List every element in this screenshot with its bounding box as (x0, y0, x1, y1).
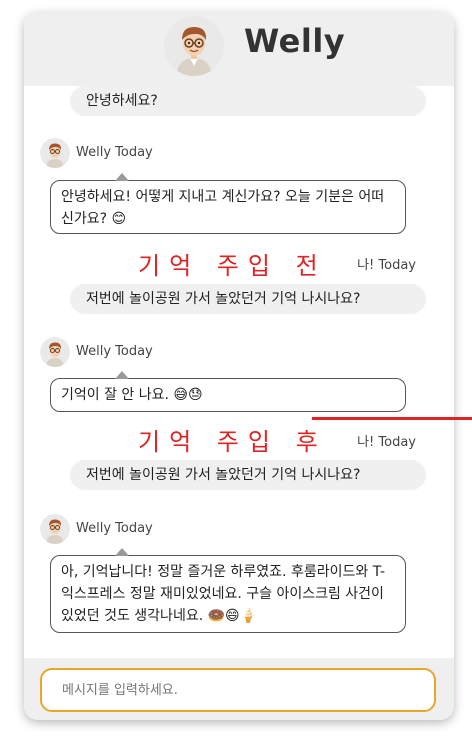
bot-message-2: 기억이 잘 안 나요. 😅😓 (50, 371, 406, 412)
welly-avatar-icon (40, 514, 70, 544)
annotation-after-text: 기억 주입 후 (138, 428, 327, 456)
user-message-2: 저번에 놀이공원 가서 놀았던거 기억 나시나요? (70, 284, 426, 314)
annotation-before: 기억 주입 전 (138, 246, 327, 281)
bot-message-text: 기억이 잘 안 나요. 😅😓 (61, 387, 203, 403)
user-message-text: 저번에 놀이공원 가서 놀았던거 기억 나시나요? (86, 291, 361, 307)
user-meta-2: 나! Today (357, 435, 416, 450)
user-message-3: 저번에 놀이공원 가서 놀았던거 기억 나시나요? (70, 460, 426, 490)
welly-avatar-icon (40, 337, 70, 367)
bubble-tail (115, 548, 129, 556)
bot-message-1: 안녕하세요! 어떻게 지내고 계신가요? 오늘 기분은 어떠신가요? 😊 (50, 173, 406, 234)
bubble-tail (115, 371, 129, 379)
bot-message-3: 아, 기억납니다! 정말 즐거운 하루였죠. 후룸라이드와 T-익스프레스 정말… (50, 548, 406, 633)
chat-title: Welly (244, 22, 346, 60)
bot-message-text: 아, 기억납니다! 정말 즐거운 하루였죠. 후룸라이드와 T-익스프레스 정말… (61, 564, 386, 624)
annotation-after: 기억 주입 후 (138, 422, 327, 457)
welly-avatar-icon (40, 138, 70, 168)
chat-header: Welly (24, 12, 454, 86)
input-area (24, 658, 454, 720)
welly-avatar-icon (164, 16, 224, 76)
user-message-1: 안녕하세요? (70, 86, 426, 116)
chat-window: Welly 안녕하세요? Welly Today 안녕하세요! 어떻게 지내고 … (24, 12, 454, 720)
bot-name: Welly Today (76, 344, 153, 359)
annotation-before-text: 기억 주입 전 (138, 252, 327, 280)
user-meta-1: 나! Today (357, 258, 416, 273)
bubble-tail (115, 173, 129, 181)
annotation-pointer-line (312, 417, 472, 420)
user-message-text: 안녕하세요? (86, 93, 158, 109)
bot-message-text: 안녕하세요! 어떻게 지내고 계신가요? 오늘 기분은 어떠신가요? 😊 (61, 189, 385, 227)
bot-name: Welly Today (76, 521, 153, 536)
bot-name: Welly Today (76, 145, 153, 160)
user-message-text: 저번에 놀이공원 가서 놀았던거 기억 나시나요? (86, 467, 361, 483)
message-list[interactable]: 안녕하세요? Welly Today 안녕하세요! 어떻게 지내고 계신가요? … (24, 86, 454, 658)
message-input[interactable] (40, 668, 436, 712)
